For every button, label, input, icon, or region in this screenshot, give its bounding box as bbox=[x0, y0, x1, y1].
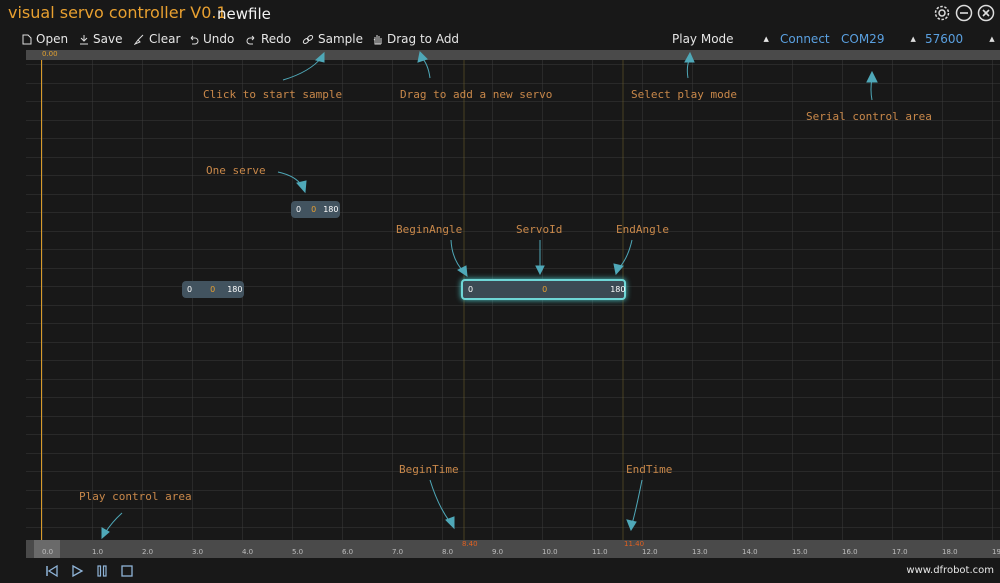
timeline-tick-label: 14.0 bbox=[742, 548, 758, 556]
timeline-tick-label: 17.0 bbox=[892, 548, 908, 556]
timeline-tick-label: 2.0 bbox=[142, 548, 154, 556]
timeline-tick-label: 6.0 bbox=[342, 548, 354, 556]
annotation-drag-to-add-servo: Drag to add a new servo bbox=[400, 88, 553, 101]
annotation-servo-id: ServoId bbox=[516, 223, 563, 236]
play-control-bar bbox=[0, 558, 1000, 583]
timeline-tick-label: 5.0 bbox=[292, 548, 304, 556]
timeline-tick-label: 10.0 bbox=[542, 548, 558, 556]
servo-begin-angle: 0 bbox=[296, 205, 302, 214]
timeline-tick-label: 13.0 bbox=[692, 548, 708, 556]
footer-url: www.dfrobot.com bbox=[906, 565, 994, 576]
timeline-tick-label: 0.0 bbox=[42, 548, 54, 556]
begin-time-marker: 8.40 bbox=[462, 540, 478, 548]
servo-id: 0 bbox=[311, 205, 317, 214]
play-icon[interactable] bbox=[70, 563, 84, 578]
annotation-begin-angle: BeginAngle bbox=[396, 223, 463, 236]
timeline-tick-label: 3.0 bbox=[192, 548, 204, 556]
annotation-play-control-area: Play control area bbox=[79, 490, 192, 503]
servo-id: 0 bbox=[542, 285, 548, 294]
servo-block[interactable]: 0 0 180 bbox=[291, 201, 340, 218]
pause-icon[interactable] bbox=[95, 563, 109, 577]
skip-to-start-icon[interactable] bbox=[45, 563, 59, 578]
timeline-tick-label: 1.0 bbox=[92, 548, 104, 556]
servo-end-angle: 180 bbox=[610, 285, 626, 294]
servo-id: 0 bbox=[210, 285, 216, 294]
timeline-tick-label: 4.0 bbox=[242, 548, 254, 556]
timeline-tick-label: 18.0 bbox=[942, 548, 958, 556]
annotation-begin-time: BeginTime bbox=[399, 463, 459, 476]
annotation-serial-control-area: Serial control area bbox=[806, 110, 932, 123]
timeline-tick-label: 15.0 bbox=[792, 548, 808, 556]
annotation-click-to-start-sample: Click to start sample bbox=[203, 88, 343, 101]
servo-end-angle: 180 bbox=[323, 205, 339, 214]
timeline-tick-label: 19 bbox=[992, 548, 1000, 556]
annotation-end-time: EndTime bbox=[626, 463, 673, 476]
servo-block-selected[interactable]: 0 0 180 bbox=[461, 279, 626, 300]
timeline-tick-label: 7.0 bbox=[392, 548, 404, 556]
servo-end-angle: 180 bbox=[227, 285, 243, 294]
timeline-tick-label: 8.0 bbox=[442, 548, 454, 556]
end-time-marker: 11.40 bbox=[624, 540, 645, 548]
stop-icon[interactable] bbox=[120, 563, 134, 577]
servo-begin-angle: 0 bbox=[187, 285, 193, 294]
timeline-tick-label: 12.0 bbox=[642, 548, 658, 556]
servo-block[interactable]: 0 0 180 bbox=[182, 281, 244, 298]
annotation-one-serve: One serve bbox=[206, 164, 266, 177]
servo-begin-angle: 0 bbox=[468, 285, 474, 294]
annotation-select-play-mode: Select play mode bbox=[631, 88, 737, 101]
timeline-tick-label: 11.0 bbox=[592, 548, 608, 556]
timeline-tick-label: 9.0 bbox=[492, 548, 504, 556]
timeline-tick-label: 16.0 bbox=[842, 548, 858, 556]
annotation-end-angle: EndAngle bbox=[616, 223, 669, 236]
